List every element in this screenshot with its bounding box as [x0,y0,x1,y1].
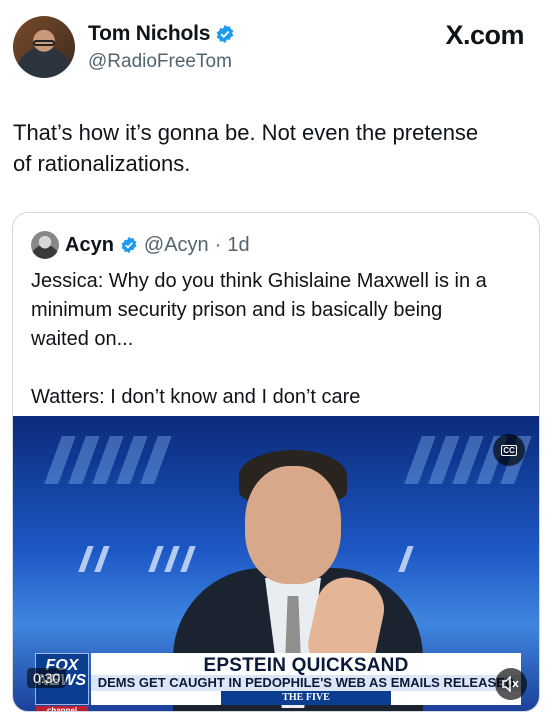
verified-badge-icon [216,24,234,44]
quoted-tweet-age[interactable]: 1d [227,234,249,257]
background-stripes [44,436,172,484]
verified-badge-icon [121,236,137,254]
lower-third-subheadline: DEMS GET CAUGHT IN PEDOPHILE'S WEB AS EM… [91,675,521,691]
dot-separator: · [214,233,222,256]
quoted-author-handle[interactable]: @Acyn [144,234,209,257]
volume-muted-icon[interactable] [495,668,527,700]
closed-captions-button[interactable]: CC [493,434,525,466]
cc-label: CC [501,444,517,456]
quoted-tweet-card[interactable]: Acyn @Acyn · 1d Jessica: Why do you thin… [12,212,540,712]
quoted-author-name[interactable]: Acyn [65,234,114,257]
speaker-mute-icon [502,676,519,692]
news-lower-third: FOX NEWS channel EPSTEIN QUICKSAND DEMS … [35,653,521,711]
video-player[interactable]: CC FOX NEWS channel EPSTEIN QUICKSAND DE… [13,416,539,711]
video-timecode: 0:30 [27,668,67,688]
show-name: THE FIVE [221,691,391,705]
author-display-name[interactable]: Tom Nichols [88,22,235,46]
author-avatar[interactable] [13,16,75,78]
lower-third-headline: EPSTEIN QUICKSAND [203,655,409,676]
background-stripes [78,546,110,594]
quoted-tweet-header: Acyn @Acyn · 1d [31,231,250,259]
x-com-watermark: X.com [445,20,524,50]
lower-third-box: EPSTEIN QUICKSAND DEMS GET CAUGHT IN PED… [91,653,521,705]
quoted-tweet-text: Jessica: Why do you think Ghislaine Maxw… [31,270,487,408]
network-logo-sub: channel [36,706,88,711]
author-name-text: Tom Nichols [88,22,211,45]
avatar-glasses [33,40,55,46]
author-handle[interactable]: @RadioFreeTom [88,51,232,73]
quoted-author-avatar[interactable] [31,231,59,259]
tweet-text: That’s how it’s gonna be. Not even the p… [13,120,479,176]
